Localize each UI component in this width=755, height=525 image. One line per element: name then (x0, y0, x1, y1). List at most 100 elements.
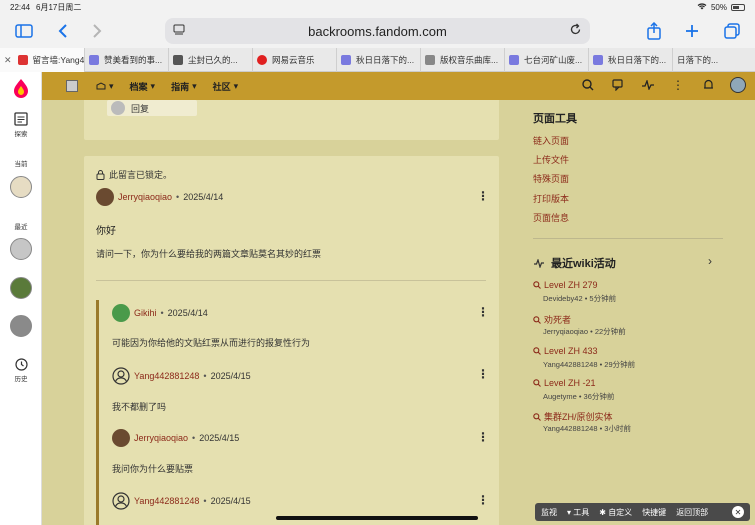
right-sidebar: 页面工具 链入页面 上传文件 特殊页面 打印版本 页面信息 最近wiki活动 ›… (533, 100, 755, 525)
clock-icon (14, 358, 28, 371)
reply-author[interactable]: Gikihi (134, 308, 157, 318)
nav-item[interactable]: 档案 ▾ (130, 80, 156, 93)
chevron-right-icon[interactable]: › (708, 254, 712, 268)
reply-author[interactable]: Yang442881248 (134, 371, 199, 381)
browser-tab[interactable]: 赞美看到的事... (85, 48, 169, 72)
forward-icon[interactable] (87, 21, 107, 41)
browser-tab[interactable]: 秋日日落下的... (337, 48, 421, 72)
more-options-icon[interactable]: ⋮ (477, 305, 489, 319)
more-options-icon[interactable]: ⋮ (669, 76, 687, 94)
reply-body: 我不都删了吗 (112, 402, 167, 412)
tool-link[interactable]: 特殊页面 (533, 172, 569, 185)
page-tools-title: 页面工具 (533, 113, 577, 125)
reply-box[interactable]: 回复 (107, 100, 197, 116)
status-bar: 22:44 6月17日周二 50% (0, 0, 755, 14)
rail-recent-wiki[interactable] (0, 315, 42, 337)
browser-toolbar: backrooms.fandom.com (0, 14, 755, 48)
author-link[interactable]: Jerryqiaoqiao (118, 192, 172, 202)
more-options-icon[interactable]: ⋮ (477, 189, 489, 203)
activity-item[interactable]: Level ZH -21 (533, 378, 596, 388)
activity-item[interactable]: 集群ZH/原创实体 (533, 410, 613, 423)
nav-item-label: 社区 (212, 81, 231, 92)
close-icon[interactable]: ✕ (732, 506, 744, 518)
gear-icon: ✱ (599, 507, 606, 517)
chevron-down-icon: ▾ (567, 507, 572, 517)
locked-notice: 此留言已锁定。 (96, 168, 172, 181)
back-to-top-button[interactable]: 返回顶部 (676, 507, 708, 518)
nav-item[interactable]: 指南 ▾ (171, 80, 197, 93)
tab-favicon-icon (425, 55, 435, 65)
tabs-overview-icon[interactable] (722, 21, 742, 41)
activity-item[interactable]: Level ZH 279 (533, 280, 598, 290)
watch-button[interactable]: 监视 (541, 507, 557, 518)
rail-history[interactable]: 历史 (0, 358, 42, 383)
recent-activity-title: 最近wiki活动 (551, 258, 616, 270)
shortcuts-button[interactable]: 快捷键 (642, 507, 666, 518)
new-tab-icon[interactable] (682, 21, 702, 41)
tab-favicon-icon (341, 55, 351, 65)
reply-avatar[interactable] (112, 304, 130, 322)
author-avatar[interactable] (96, 188, 114, 206)
address-bar[interactable]: backrooms.fandom.com (165, 18, 590, 44)
activity-title: Level ZH 279 (544, 280, 598, 290)
rail-explore[interactable]: 探索 (0, 112, 42, 138)
share-icon[interactable] (644, 21, 664, 41)
reply-date: 2025/4/15 (199, 433, 240, 443)
browser-tab[interactable]: ✕ 留言墙:Yang4... (0, 48, 85, 72)
default-avatar-icon[interactable] (112, 492, 130, 510)
nav-item[interactable]: 社区 ▾ (213, 80, 239, 93)
rail-current-wiki[interactable] (0, 176, 42, 198)
browser-tab[interactable]: 日落下的... (673, 48, 755, 72)
activity-title: Level ZH -21 (544, 378, 596, 388)
default-avatar-icon[interactable] (112, 367, 130, 385)
reader-icon[interactable] (173, 24, 185, 39)
rail-current-label: 当前 (14, 161, 28, 168)
explore-grid-icon (96, 82, 106, 90)
more-options-icon[interactable]: ⋮ (477, 493, 489, 507)
search-icon (533, 315, 541, 324)
meta-separator: • (160, 308, 164, 318)
discussions-icon[interactable] (609, 76, 627, 94)
browser-tab[interactable]: 秋日日落下的... (589, 48, 673, 72)
reply-avatar[interactable] (112, 429, 130, 447)
previous-thread-card: 回复 (84, 100, 499, 140)
activity-item[interactable]: 劝死者 (533, 313, 571, 326)
rail-recent-wiki[interactable] (0, 277, 42, 299)
tool-link[interactable]: 链入页面 (533, 134, 569, 147)
activity-item[interactable]: Level ZH 433 (533, 346, 598, 356)
search-icon[interactable] (579, 76, 597, 94)
divider (96, 280, 486, 281)
tab-favicon-icon (89, 55, 99, 65)
rail-recent-wiki[interactable] (0, 238, 42, 260)
browser-tab[interactable]: 网易云音乐 (253, 48, 337, 72)
more-options-icon[interactable]: ⋮ (477, 430, 489, 444)
tool-link[interactable]: 打印版本 (533, 192, 569, 205)
close-tab-icon[interactable]: ✕ (4, 55, 12, 66)
nav-item-label: 档案 (129, 81, 148, 92)
reply-author[interactable]: Jerryqiaoqiao (134, 433, 188, 443)
battery-icon (731, 3, 745, 11)
reply-author[interactable]: Yang442881248 (134, 496, 199, 506)
tool-link[interactable]: 页面信息 (533, 211, 569, 224)
sidebar-toggle-icon[interactable] (14, 21, 34, 41)
reload-icon[interactable] (569, 23, 582, 39)
browser-tab[interactable]: 七台河矿山废... (505, 48, 589, 72)
user-avatar[interactable] (729, 76, 747, 94)
fandom-logo[interactable] (0, 78, 42, 100)
tool-link[interactable]: 上传文件 (533, 153, 569, 166)
wiki-logo-icon[interactable] (66, 80, 78, 92)
more-options-icon[interactable]: ⋮ (477, 367, 489, 381)
back-icon[interactable] (53, 21, 73, 41)
nav-home-menu[interactable]: ▾ (96, 81, 114, 92)
tools-label: 工具 (573, 507, 590, 517)
recent-activity-header[interactable]: 最近wiki活动 (533, 255, 616, 271)
tab-label: 尘封已久的... (188, 55, 238, 65)
browser-tab[interactable]: 版权音乐曲库... (421, 48, 505, 72)
tab-label: 留言墙:Yang4... (32, 55, 85, 65)
customize-button[interactable]: ✱ 自定义 (599, 507, 632, 518)
bell-icon[interactable] (699, 76, 717, 94)
tools-button[interactable]: ▾ 工具 (567, 507, 589, 518)
browser-tab[interactable]: 尘封已久的... (169, 48, 253, 72)
home-indicator (276, 516, 478, 520)
activity-icon[interactable] (639, 76, 657, 94)
